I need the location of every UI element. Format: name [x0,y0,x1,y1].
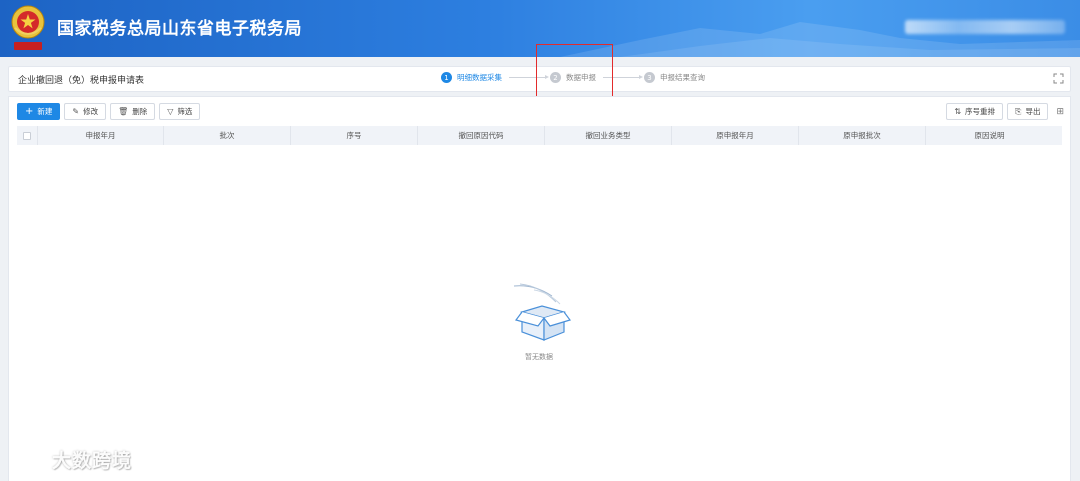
column-header[interactable]: 撤回业务类型 [544,126,671,145]
edit-icon: ✎ [72,107,80,116]
empty-text: 暂无数据 [525,353,553,361]
step-detail-collection[interactable]: 1 明细数据采集 [441,72,502,83]
step-label: 申报结果查询 [660,73,705,82]
new-button-label: 新建 [37,107,53,116]
column-header[interactable]: 原因说明 [925,126,1053,145]
reorder-button-label: 序号重排 [965,107,996,116]
filter-button[interactable]: ▽ 筛选 [159,103,201,120]
column-header[interactable]: 序号 [290,126,417,145]
new-button[interactable]: + 新建 [17,103,61,120]
step-label: 明细数据采集 [457,73,502,82]
filter-icon: ▽ [167,107,174,116]
delete-button[interactable]: 🗑 删除 [110,103,156,120]
step-result-query[interactable]: 3 申报结果查询 [644,72,705,83]
watermark: 大数跨境 [8,444,132,474]
column-header[interactable]: 批次 [163,126,290,145]
tax-emblem-icon [11,5,45,50]
site-title: 国家税务总局山东省电子税务局 [57,19,302,39]
trash-icon: 🗑 [118,107,129,116]
watermark-logo-icon [10,447,46,471]
sort-icon: ⇅ [954,107,962,116]
column-header[interactable]: 原申报年月 [671,126,798,145]
select-all-checkbox[interactable] [17,131,37,140]
edit-button-label: 修改 [83,107,99,116]
fullscreen-icon[interactable] [1053,73,1064,84]
column-header[interactable]: 申报年月 [37,126,163,145]
step-number: 1 [441,72,452,83]
export-icon: ⎘ [1015,106,1022,116]
column-settings-icon[interactable]: ⊞ [1056,107,1064,117]
export-button-label: 导出 [1025,107,1041,116]
export-button[interactable]: ⎘ 导出 [1007,103,1049,120]
step-number: 3 [644,72,655,83]
edit-button[interactable]: ✎ 修改 [64,103,107,120]
toolbar-right: ⇅ 序号重排 ⎘ 导出 ⊞ [946,103,1064,120]
reorder-button[interactable]: ⇅ 序号重排 [946,103,1004,120]
plus-icon: + [25,106,34,117]
column-header[interactable]: 撤回原因代码 [417,126,544,145]
user-info-blurred [905,20,1065,34]
empty-state: 暂无数据 [499,282,579,362]
main-panel: + 新建 ✎ 修改 🗑 删除 ▽ 筛选 ⇅ 序号重排 ⎘ 导出 ⊞ 申报年月 批… [8,96,1071,481]
delete-button-label: 删除 [132,107,148,116]
empty-box-icon [513,283,571,341]
watermark-text: 大数跨境 [52,449,133,472]
table-header: 申报年月 批次 序号 撤回原因代码 撤回业务类型 原申报年月 原申报批次 原因说… [17,126,1062,145]
form-title: 企业撤回退（免）税申报申请表 [18,76,145,86]
filter-button-label: 筛选 [177,107,193,116]
column-header[interactable]: 原申报批次 [798,126,925,145]
toolbar: + 新建 ✎ 修改 🗑 删除 ▽ 筛选 [17,103,204,120]
